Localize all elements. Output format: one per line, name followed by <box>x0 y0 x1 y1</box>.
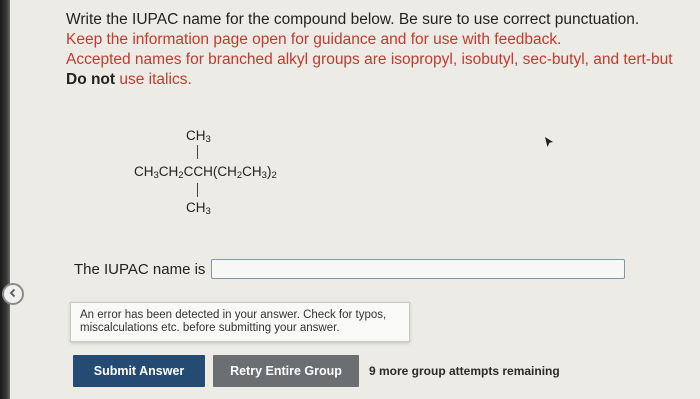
bond-up <box>197 145 198 159</box>
action-row: Submit Answer Retry Entire Group 9 more … <box>73 355 560 387</box>
screen-left-edge <box>0 0 10 399</box>
instruction-line-2: Keep the information page open for guida… <box>66 31 562 48</box>
submit-answer-button[interactable]: Submit Answer <box>73 355 205 387</box>
iupac-name-input[interactable] <box>211 259 626 279</box>
retry-entire-group-button[interactable]: Retry Entire Group <box>213 355 359 387</box>
question-instructions: Write the IUPAC name for the compound be… <box>66 10 700 90</box>
error-feedback-box: An error has been detected in your answe… <box>70 302 410 342</box>
top-substituent: CH3 <box>186 128 211 145</box>
instruction-emphasis: Do not <box>66 71 116 88</box>
instruction-line-3: Accepted names for branched alkyl groups… <box>66 51 673 68</box>
bottom-substituent: CH3 <box>186 200 211 217</box>
bond-down <box>197 183 198 197</box>
condensed-structure: CH3 CH3CH2CCH(CH2CH3)2 CH3 <box>134 128 314 228</box>
instruction-line-4-rest: use italics. <box>115 71 192 88</box>
error-message: An error has been detected in your answe… <box>80 309 387 334</box>
main-chain: CH3CH2CCH(CH2CH3)2 <box>134 164 277 181</box>
attempts-remaining: 9 more group attempts remaining <box>369 364 560 378</box>
instruction-line-4: Do not use italics. <box>66 70 700 90</box>
mouse-pointer-icon <box>544 135 554 153</box>
instruction-line-1: Write the IUPAC name for the compound be… <box>66 11 640 28</box>
chevron-left-icon <box>8 285 18 303</box>
back-tab-button[interactable] <box>2 283 24 305</box>
answer-row: The IUPAC name is <box>74 259 626 279</box>
answer-label: The IUPAC name is <box>74 260 206 278</box>
